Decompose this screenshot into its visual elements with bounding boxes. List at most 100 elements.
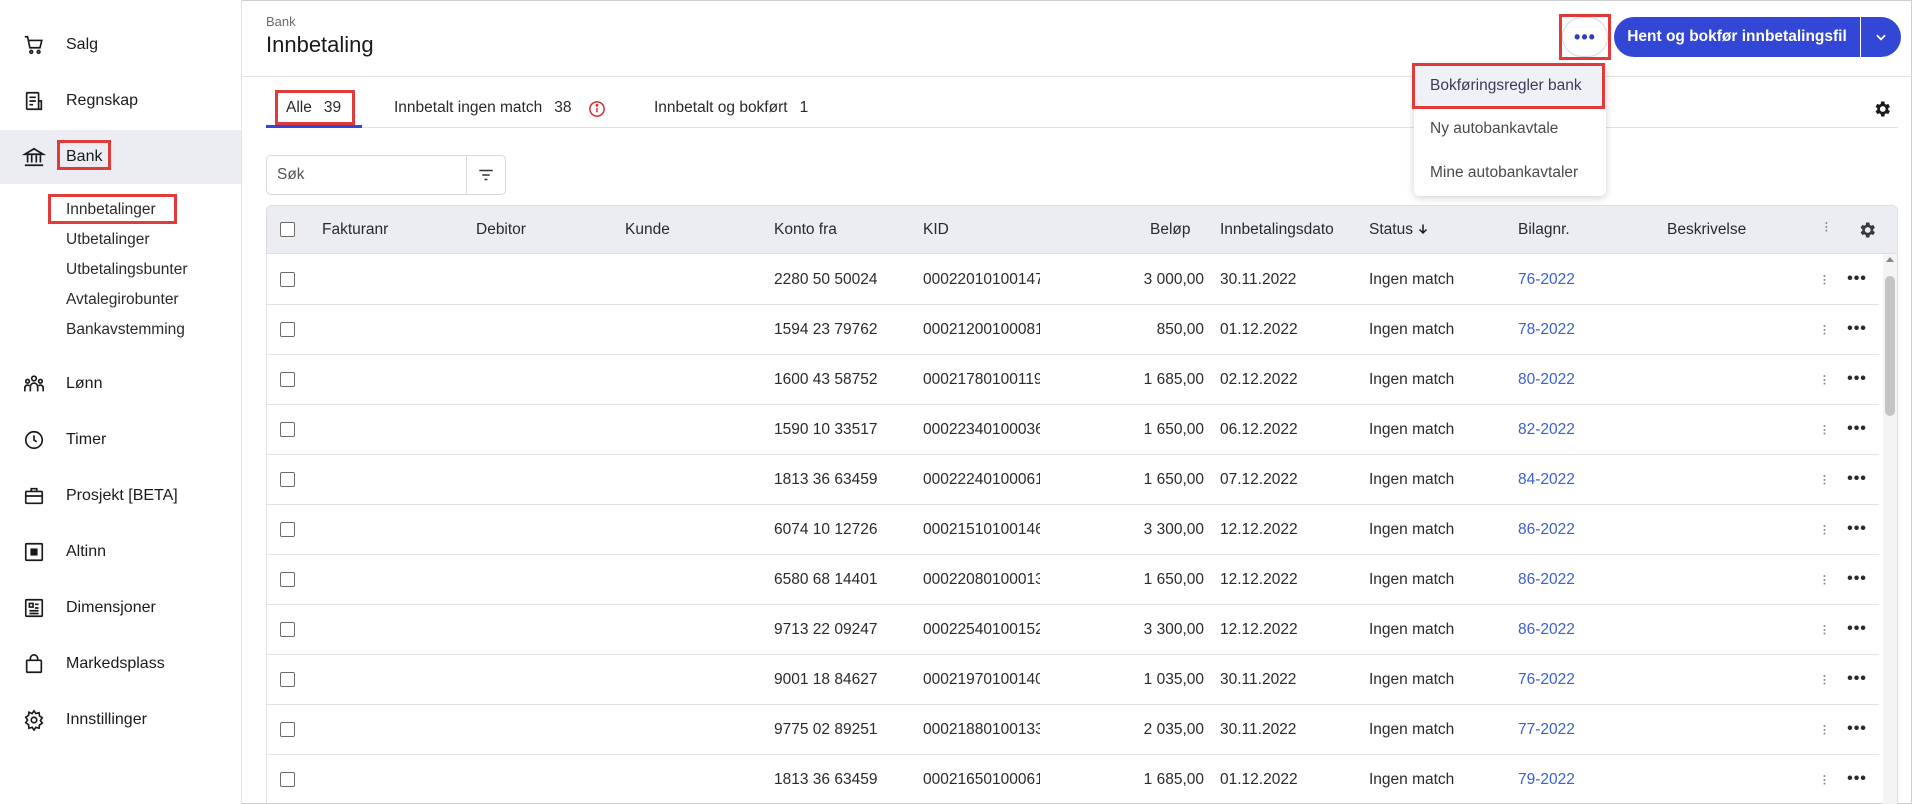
column-header-status[interactable]: Status: [1369, 221, 1429, 239]
search-input[interactable]: [267, 156, 466, 194]
column-resize-handle[interactable]: ⁝: [1824, 218, 1829, 236]
table-row[interactable]: 2280 50 50024 00022010100147 3 000,00 30.11…: [267, 255, 1879, 305]
row-checkbox[interactable]: [280, 772, 295, 787]
table-row[interactable]: 1590 10 33517 00022340100036 1 650,00 06.12…: [267, 405, 1879, 455]
row-more-options-button[interactable]: •••: [1845, 419, 1869, 439]
row-checkbox[interactable]: [280, 322, 295, 337]
row-more-options-button[interactable]: •••: [1845, 719, 1869, 739]
sidebar-item-lonn[interactable]: Lønn: [0, 357, 241, 411]
more-options-button[interactable]: •••: [1562, 17, 1608, 57]
cell-bilagnr-link[interactable]: 79-2022: [1518, 771, 1575, 789]
table-row[interactable]: 6580 68 14401 00022080100013 1 650,00 12.12…: [267, 555, 1879, 605]
fetch-payment-file-button[interactable]: Hent og bokfør innbetalingsfil: [1614, 17, 1860, 57]
sidebar-item-dimensjoner[interactable]: Dimensjoner: [0, 581, 241, 635]
row-checkbox[interactable]: [280, 722, 295, 737]
table-row[interactable]: 1600 43 58752 00021780100119 1 685,00 02.12…: [267, 355, 1879, 405]
row-checkbox[interactable]: [280, 272, 295, 287]
row-more-options-button[interactable]: •••: [1845, 769, 1869, 789]
row-checkbox[interactable]: [280, 422, 295, 437]
sidebar-subitem-bankavstemming[interactable]: Bankavstemming: [66, 321, 185, 339]
settings-gear-icon[interactable]: [1872, 99, 1892, 119]
row-more-options-button[interactable]: •••: [1845, 569, 1869, 589]
column-header-fakturanr[interactable]: Fakturanr: [322, 221, 388, 239]
cell-konto-fra: 1594 23 79762: [774, 321, 878, 338]
info-icon[interactable]: [588, 100, 606, 118]
cell-bilagnr-link[interactable]: 78-2022: [1518, 321, 1575, 339]
row-checkbox[interactable]: [280, 572, 295, 587]
row-checkbox[interactable]: [280, 672, 295, 687]
column-header-kunde[interactable]: Kunde: [625, 221, 670, 239]
scroll-up-arrow-icon[interactable]: [1886, 257, 1894, 262]
table-scrollbar[interactable]: [1883, 254, 1897, 804]
select-all-checkbox[interactable]: [280, 222, 295, 237]
cell-bilagnr-link[interactable]: 77-2022: [1518, 721, 1575, 739]
breadcrumb[interactable]: Bank: [266, 14, 296, 29]
sidebar-item-timer[interactable]: Timer: [0, 413, 241, 467]
cell-bilagnr-link[interactable]: 86-2022: [1518, 571, 1575, 589]
column-header-bilagnr[interactable]: Bilagnr.: [1518, 221, 1570, 239]
table-row[interactable]: 9001 18 84627 00021970100140 1 035,00 30.11…: [267, 655, 1879, 705]
sidebar-item-regnskap[interactable]: Regnskap: [0, 74, 241, 128]
filter-icon: [479, 169, 493, 181]
cell-status: Ingen match: [1369, 771, 1455, 788]
row-checkbox[interactable]: [280, 522, 295, 537]
truncated-column-indicator: ⁝: [1822, 472, 1827, 489]
column-header-debitor[interactable]: Debitor: [476, 221, 526, 239]
row-more-options-button[interactable]: •••: [1845, 519, 1869, 539]
column-header-belop[interactable]: Beløp: [1150, 221, 1191, 239]
row-checkbox[interactable]: [280, 472, 295, 487]
cell-bilagnr-link[interactable]: 76-2022: [1518, 671, 1575, 689]
cell-bilagnr-link[interactable]: 86-2022: [1518, 521, 1575, 539]
row-more-options-button[interactable]: •••: [1845, 619, 1869, 639]
tab-label: Alle: [286, 99, 312, 116]
scrollbar-thumb[interactable]: [1885, 276, 1895, 416]
column-header-konto-fra[interactable]: Konto fra: [774, 221, 837, 239]
column-header-innbetalingsdato[interactable]: Innbetalingsdato: [1220, 221, 1334, 239]
row-more-options-button[interactable]: •••: [1845, 469, 1869, 489]
sidebar-subitem-avtalegirobunter[interactable]: Avtalegirobunter: [66, 291, 179, 309]
bank-icon: [22, 145, 46, 169]
cell-konto-fra: 1600 43 58752: [774, 371, 878, 388]
table-row[interactable]: 1813 36 63459 00022240100061 1 650,00 07.12…: [267, 455, 1879, 505]
sidebar-subitem-utbetalingsbunter[interactable]: Utbetalingsbunter: [66, 261, 188, 279]
truncated-column-indicator: ⁝: [1822, 672, 1827, 689]
people-icon: [22, 372, 46, 396]
tab-innbetalt-ingen-match[interactable]: Innbetalt ingen match 38: [394, 99, 571, 117]
sidebar-subitem-utbetalinger[interactable]: Utbetalinger: [66, 231, 150, 249]
cell-bilagnr-link[interactable]: 84-2022: [1518, 471, 1575, 489]
row-more-options-button[interactable]: •••: [1845, 669, 1869, 689]
row-more-options-button[interactable]: •••: [1845, 269, 1869, 289]
page-title: Innbetaling: [266, 32, 374, 57]
cell-bilagnr-link[interactable]: 80-2022: [1518, 371, 1575, 389]
column-header-beskrivelse[interactable]: Beskrivelse: [1667, 221, 1746, 239]
table-row[interactable]: 1594 23 79762 00021200100081 850,00 01.12.2…: [267, 305, 1879, 355]
filter-button[interactable]: [467, 156, 505, 194]
cell-belop: 1 650,00: [1143, 421, 1204, 438]
sidebar-item-salg[interactable]: Salg: [0, 18, 241, 72]
menu-item-mine-autobankavtaler[interactable]: Mine autobankavtaler: [1430, 164, 1578, 182]
column-header-kid[interactable]: KID: [923, 221, 949, 239]
table-row[interactable]: 1813 36 63459 00021650100061 1 685,00 01.12…: [267, 755, 1879, 804]
row-checkbox[interactable]: [280, 372, 295, 387]
sidebar-item-markedsplass[interactable]: Markedsplass: [0, 637, 241, 691]
cell-bilagnr-link[interactable]: 76-2022: [1518, 271, 1575, 289]
menu-item-bokforingsregler-bank[interactable]: Bokføringsregler bank: [1430, 77, 1582, 95]
column-settings-gear-icon[interactable]: [1857, 220, 1877, 240]
sidebar-subitem-innbetalinger[interactable]: Innbetalinger: [66, 201, 156, 219]
row-more-options-button[interactable]: •••: [1845, 319, 1869, 339]
table-row[interactable]: 9713 22 09247 00022540100152 3 300,00 12.12…: [267, 605, 1879, 655]
sidebar-item-prosjekt[interactable]: Prosjekt [BETA]: [0, 469, 241, 523]
tab-alle[interactable]: Alle 39: [286, 99, 341, 117]
cell-bilagnr-link[interactable]: 86-2022: [1518, 621, 1575, 639]
sidebar-item-bank[interactable]: Bank: [0, 130, 241, 184]
menu-item-ny-autobankavtale[interactable]: Ny autobankavtale: [1430, 120, 1558, 138]
row-more-options-button[interactable]: •••: [1845, 369, 1869, 389]
tab-innbetalt-og-bokfort[interactable]: Innbetalt og bokført 1: [654, 99, 808, 117]
table-row[interactable]: 6074 10 12726 00021510100146 3 300,00 12.12…: [267, 505, 1879, 555]
cell-bilagnr-link[interactable]: 82-2022: [1518, 421, 1575, 439]
sidebar-item-innstillinger[interactable]: Innstillinger: [0, 693, 241, 747]
table-row[interactable]: 9775 02 89251 00021880100133 2 035,00 30.11…: [267, 705, 1879, 755]
row-checkbox[interactable]: [280, 622, 295, 637]
sidebar-item-altinn[interactable]: Altinn: [0, 525, 241, 579]
fetch-options-caret-button[interactable]: [1861, 17, 1901, 57]
